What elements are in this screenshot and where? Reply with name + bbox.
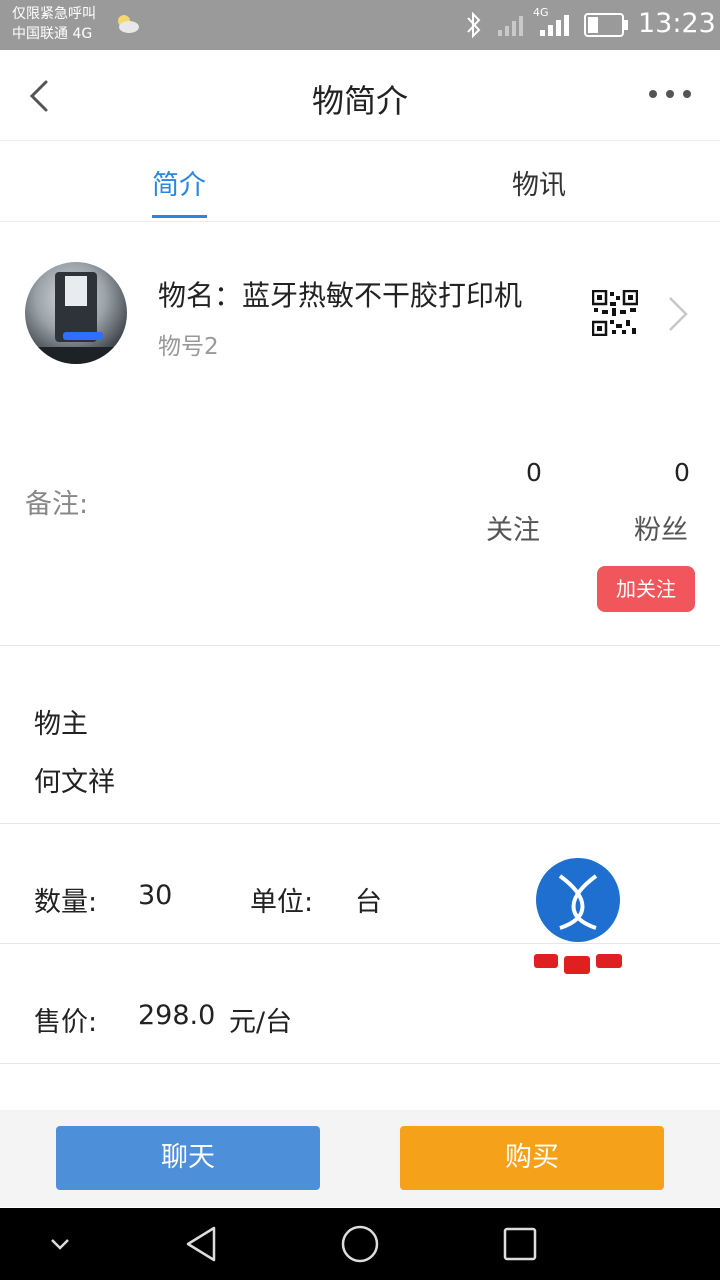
status-bar: 仅限紧急呼叫 中国联通 4G 4G 13:23 (0, 0, 720, 50)
system-nav-bar (0, 1208, 720, 1280)
item-avatar[interactable] (25, 262, 127, 364)
signal-icon-sim1 (498, 16, 523, 36)
floating-logo-badge[interactable] (530, 858, 626, 980)
price-value: 298.0 (138, 1000, 216, 1031)
fans-count: 0 (674, 458, 690, 487)
follow-count: 0 (526, 458, 542, 487)
cloud-icon (118, 15, 139, 33)
more-options-icon[interactable] (648, 88, 692, 100)
divider (0, 645, 720, 646)
active-tab-indicator (152, 215, 207, 218)
divider (0, 823, 720, 824)
chat-button[interactable]: 聊天 (56, 1126, 320, 1190)
divider (0, 943, 720, 944)
follow-label: 关注 (486, 515, 540, 546)
tab-bar: 简介 物讯 (0, 141, 720, 222)
chevron-right-icon[interactable] (664, 294, 692, 334)
bluetooth-icon (467, 11, 481, 39)
status-carrier-text: 中国联通 4G (12, 26, 93, 42)
battery-icon (584, 13, 628, 37)
status-emergency-text: 仅限紧急呼叫 (12, 6, 96, 22)
add-follow-button[interactable]: 加关注 (597, 566, 695, 612)
item-name: 物名：蓝牙热敏不干胶打印机 (158, 279, 523, 312)
nav-home-icon[interactable] (340, 1224, 380, 1264)
buy-button[interactable]: 购买 (400, 1126, 664, 1190)
tab-news[interactable]: 物讯 (512, 163, 566, 202)
divider (0, 1063, 720, 1064)
item-number: 物号2 (158, 334, 219, 360)
nav-recents-icon[interactable] (502, 1226, 538, 1262)
signal-icon-sim2 (540, 15, 569, 36)
unit-value: 台 (355, 887, 382, 918)
owner-name: 何文祥 (34, 767, 115, 798)
quantity-label: 数量: (34, 887, 98, 918)
quantity-value: 30 (138, 880, 173, 911)
status-time: 13:23 (638, 8, 716, 39)
chevron-down-icon[interactable] (48, 1234, 72, 1254)
price-unit: 元/台 (229, 1007, 293, 1038)
printer-photo (25, 272, 127, 364)
notes-label: 备注: (25, 489, 89, 520)
unit-label: 单位: (250, 887, 314, 918)
qr-code-icon[interactable] (592, 290, 638, 336)
top-app-bar: 物简介 (0, 50, 720, 141)
price-label: 售价: (34, 1007, 98, 1038)
fans-label: 粉丝 (634, 515, 688, 546)
nav-back-icon[interactable] (182, 1224, 220, 1264)
tab-intro[interactable]: 简介 (152, 163, 206, 202)
owner-label: 物主 (34, 709, 88, 740)
page-title: 物简介 (311, 82, 408, 120)
